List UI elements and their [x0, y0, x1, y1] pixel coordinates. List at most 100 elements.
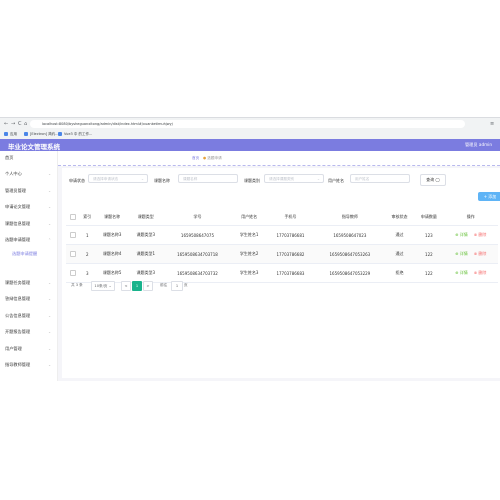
- tab-selection[interactable]: ● 选题申请: [203, 156, 222, 161]
- table-cell: 通过: [384, 244, 415, 264]
- table-cell: 1: [79, 225, 96, 245]
- user-menu[interactable]: 管理员 admin: [465, 142, 492, 148]
- sidebar-item-teachers[interactable]: 指导教师管理 ⌄: [5, 360, 55, 370]
- checkbox-icon: [69, 250, 76, 257]
- sidebar-item-notice[interactable]: 公告信息管理 ⌄: [5, 311, 55, 321]
- bookmark-icon: [58, 132, 62, 136]
- sidebar-item-profile[interactable]: 个人中心 ⌄: [5, 169, 55, 179]
- table-cell: 123: [414, 225, 444, 245]
- table-cell: 课题名称4: [95, 244, 129, 264]
- table-cell: 1659508647023: [314, 225, 385, 245]
- table-cell: 1659508634703718: [162, 244, 233, 264]
- chevron-down-icon: ⌄: [48, 314, 51, 318]
- sidebar-item-defense[interactable]: 答辩信息管理 ⌄: [5, 294, 55, 304]
- home-icon[interactable]: ⌂: [24, 121, 27, 127]
- column-header: 课题名称: [95, 209, 129, 226]
- prev-page-button[interactable]: <: [121, 281, 131, 291]
- query-label: 查询: [426, 177, 435, 182]
- bookmark-label: [Electron] 简约...: [30, 132, 59, 136]
- topic-name-placeholder: 课题名称: [183, 177, 198, 181]
- chevron-down-icon: ⌄: [48, 297, 51, 301]
- sidebar: 首页 个人中心 ⌄ 管理员管理 ⌄ 申请论文管理 ⌄ 课题信息管理 ⌄ 选题申请管理 ⌃ …: [0, 151, 58, 381]
- sidebar-item-admin[interactable]: 管理员管理 ⌄: [5, 186, 55, 196]
- sidebar-item-label: 个人中心: [5, 171, 22, 176]
- sidebar-item-users[interactable]: 用户管理 ⌄: [5, 344, 55, 354]
- sidebar-item-selection[interactable]: 选题申请管理 ⌃: [5, 235, 55, 245]
- search-icon: ◯: [435, 177, 440, 182]
- chevron-down-icon: ⌄: [48, 172, 51, 176]
- delete-button[interactable]: ⊗ 删除: [474, 270, 487, 275]
- delete-button[interactable]: ⊗ 删除: [474, 251, 487, 256]
- page-size-select[interactable]: 10条/页 ⌄: [91, 281, 115, 291]
- status-select[interactable]: 请选择申请状态 ⌄: [88, 174, 148, 183]
- delete-button[interactable]: ⊗ 删除: [474, 232, 487, 237]
- bookmark-item[interactable]: [Electron] 简约...: [24, 131, 59, 138]
- goto-page-input[interactable]: 1: [171, 281, 183, 291]
- sidebar-item-home[interactable]: 首页: [5, 153, 55, 163]
- add-button[interactable]: + 添加: [478, 192, 500, 201]
- query-button[interactable]: 查询 ◯: [420, 174, 446, 186]
- chevron-down-icon: ⌄: [48, 189, 51, 193]
- detail-label: 详情: [459, 251, 468, 256]
- sidebar-item-topic[interactable]: 课题信息管理 ⌄: [5, 219, 55, 229]
- delete-label: 删除: [478, 270, 487, 275]
- row-checkbox[interactable]: [66, 225, 80, 245]
- chevron-down-icon: ⌄: [316, 177, 320, 181]
- detail-button[interactable]: ⊕ 详情: [455, 251, 468, 256]
- category-select[interactable]: 请选择课题类别 ⌄: [264, 174, 324, 183]
- row-checkbox[interactable]: [66, 263, 80, 283]
- sidebar-item-label: 课题任务管理: [5, 280, 31, 285]
- address-bar[interactable]: localhost:8080/bysheguanxitong/admin/dis…: [30, 120, 465, 128]
- tab-home[interactable]: 首页: [192, 156, 199, 161]
- data-table: 索引 课题名称 课题类型 学号 用户姓名 手机号 指导教师 审核状态 申请数量 …: [66, 209, 498, 283]
- tab-label: 选题申请: [207, 156, 222, 160]
- bookmark-label: 应用: [10, 132, 17, 136]
- table-cell: 课题类型3: [128, 225, 163, 245]
- sidebar-item-label: 管理员管理: [5, 188, 26, 193]
- table-cell: 课题名称5: [95, 263, 129, 283]
- sidebar-subitem-selection-apply[interactable]: 选题申请提醒: [12, 249, 62, 259]
- app-header: 毕业论文管理系统 管理员 admin: [0, 139, 500, 151]
- column-header: 课题类型: [128, 209, 163, 226]
- bookmark-item[interactable]: Vue3 中 的工作...: [58, 131, 92, 138]
- table-cell: 1659508647053263: [314, 244, 385, 264]
- detail-button[interactable]: ⊕ 详情: [455, 232, 468, 237]
- menu-icon[interactable]: ≡: [490, 121, 494, 127]
- column-header: 学号: [162, 209, 233, 226]
- username-input[interactable]: 用户姓名: [350, 174, 410, 183]
- detail-button[interactable]: ⊕ 详情: [455, 270, 468, 275]
- back-icon[interactable]: ←: [4, 121, 8, 127]
- chevron-down-icon: ⌄: [140, 177, 144, 181]
- sidebar-item-report[interactable]: 开题报告管理 ⌄: [5, 327, 55, 337]
- table-row: 3 课题名称5 课题类型3 1659508634703732 学生姓名3 177…: [66, 263, 498, 283]
- chevron-down-icon: ⌄: [48, 281, 51, 285]
- chevron-down-icon: ⌄: [48, 347, 51, 351]
- column-header: 操作: [443, 209, 498, 226]
- checkbox-icon: [69, 231, 76, 238]
- current-page-button[interactable]: 1: [132, 281, 142, 291]
- table-cell: 课题名称3: [95, 225, 129, 245]
- chevron-down-icon: ⌄: [48, 222, 51, 226]
- sidebar-item-label: 首页: [5, 155, 14, 160]
- table-cell: 3: [79, 263, 96, 283]
- sidebar-item-label: 公告信息管理: [5, 313, 31, 318]
- sidebar-item-thesis[interactable]: 申请论文管理 ⌄: [5, 202, 55, 212]
- table-row: 1 课题名称3 课题类型3 1659508647075 学生姓名1 177037…: [66, 225, 498, 245]
- column-header: 审核状态: [384, 209, 415, 226]
- next-page-button[interactable]: >: [143, 281, 153, 291]
- bookmark-apps[interactable]: 应用: [4, 131, 17, 138]
- row-actions: ⊕ 详情 ⊗ 删除: [443, 225, 498, 245]
- forward-icon[interactable]: →: [11, 121, 15, 127]
- sidebar-item-task[interactable]: 课题任务管理 ⌄: [5, 278, 55, 288]
- tab-icon: ●: [203, 156, 207, 160]
- reload-icon[interactable]: C: [18, 121, 22, 127]
- app-title: 毕业论文管理系统: [8, 143, 60, 151]
- row-checkbox[interactable]: [66, 244, 80, 264]
- select-all-checkbox[interactable]: [66, 209, 80, 226]
- status-placeholder: 请选择申请状态: [93, 177, 119, 181]
- topic-name-input[interactable]: 课题名称: [178, 174, 238, 183]
- username-placeholder: 用户姓名: [355, 177, 370, 181]
- table-cell: 2: [79, 244, 96, 264]
- sidebar-item-label: 答辩信息管理: [5, 296, 31, 301]
- table-cell: 17703786681: [265, 225, 315, 245]
